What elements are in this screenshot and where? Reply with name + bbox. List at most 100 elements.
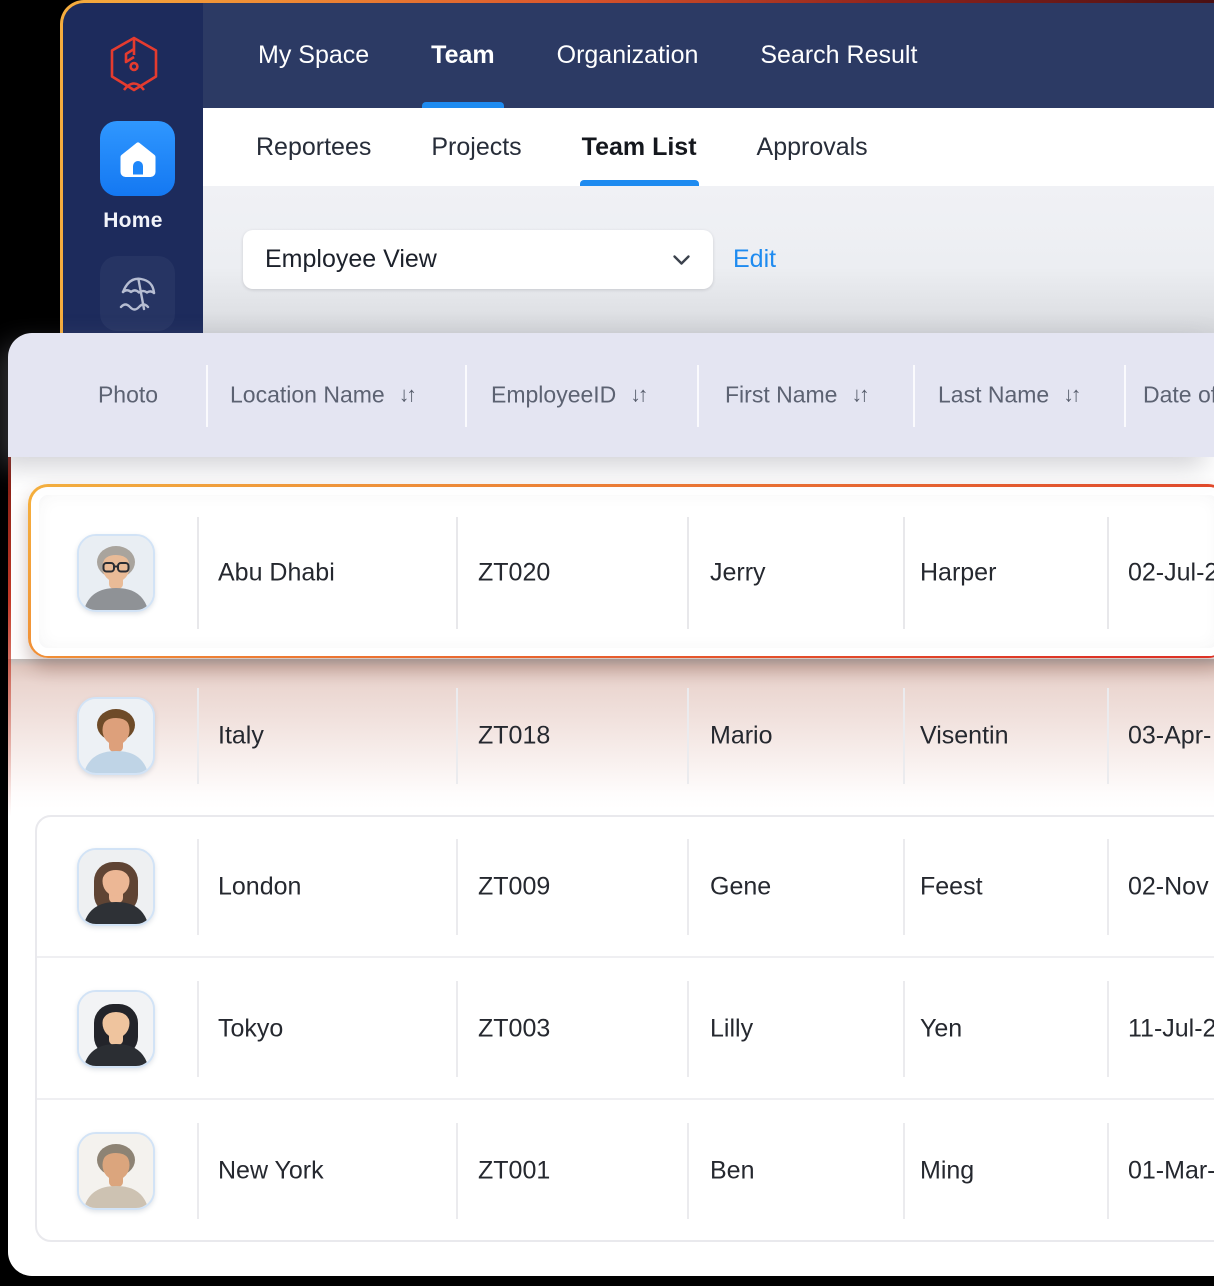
- cell-last-name: Harper: [920, 559, 996, 588]
- cell-divider: [687, 1123, 689, 1219]
- cell-location-name: Tokyo: [218, 1014, 283, 1043]
- cell-divider: [903, 1123, 905, 1219]
- cell-employee-id: ZT001: [478, 1156, 550, 1185]
- cell-date: 03-Apr-: [1128, 722, 1211, 751]
- cell-last-name: Ming: [920, 1156, 974, 1185]
- cell-divider: [687, 688, 689, 784]
- column-header-location-name[interactable]: Location Name ↓↑: [230, 382, 414, 409]
- table-row-abu-dhabi[interactable]: Abu Dhabi ZT020 Jerry Harper 02-Jul-2: [0, 489, 1214, 657]
- cell-divider: [197, 688, 199, 784]
- view-selector-value: Employee View: [265, 245, 672, 274]
- column-divider: [697, 365, 699, 427]
- sort-icon[interactable]: ↓↑: [399, 383, 414, 407]
- column-header-label: Photo: [98, 382, 158, 409]
- top-nav-label: Team: [431, 41, 494, 70]
- cell-date: 01-Mar-2: [1128, 1156, 1214, 1185]
- sort-icon[interactable]: ↓↑: [630, 383, 645, 407]
- column-header-label: Date of: [1143, 382, 1214, 409]
- avatar-photo: [77, 848, 155, 926]
- cell-divider: [1107, 688, 1109, 784]
- home-glyph-icon: [119, 141, 157, 177]
- sub-nav-label: Approvals: [757, 133, 868, 162]
- home-icon[interactable]: [100, 121, 175, 196]
- table-row-london[interactable]: London ZT009 Gene Feest 02-Nov: [0, 816, 1214, 957]
- cell-employee-id: ZT020: [478, 559, 550, 588]
- cell-divider: [903, 688, 905, 784]
- people-app-logo-icon: [107, 35, 161, 93]
- cell-divider: [1107, 517, 1109, 629]
- column-header-employeeid[interactable]: EmployeeID ↓↑: [491, 382, 645, 409]
- column-header-label: Location Name: [230, 382, 385, 409]
- table-row-new-york[interactable]: New York ZT001 Ben Ming 01-Mar-2: [0, 1100, 1214, 1241]
- sub-nav-label: Reportees: [256, 133, 371, 162]
- top-nav-item-team[interactable]: Team: [431, 3, 494, 108]
- top-nav-item-search-result[interactable]: Search Result: [760, 3, 917, 108]
- column-header-first-name[interactable]: First Name ↓↑: [725, 382, 866, 409]
- cell-last-name: Visentin: [920, 722, 1009, 751]
- column-divider: [1124, 365, 1126, 427]
- cell-first-name: Mario: [710, 722, 773, 751]
- cell-location-name: London: [218, 872, 301, 901]
- app-frame: Home My Space Team Or: [60, 0, 1214, 334]
- top-nav-label: My Space: [258, 41, 369, 70]
- sort-icon[interactable]: ↓↑: [851, 383, 866, 407]
- cell-divider: [197, 517, 199, 629]
- sub-nav-label: Team List: [582, 133, 697, 162]
- cell-divider: [456, 688, 458, 784]
- top-nav-item-organization[interactable]: Organization: [557, 3, 699, 108]
- table-header: Photo Location Name ↓↑ EmployeeID ↓↑ Fir…: [8, 333, 1214, 457]
- cell-divider: [903, 839, 905, 935]
- sidebar: Home: [63, 3, 203, 334]
- cell-location-name: Abu Dhabi: [218, 559, 335, 588]
- sub-nav-item-reportees[interactable]: Reportees: [256, 108, 371, 186]
- table-row-tokyo[interactable]: Tokyo ZT003 Lilly Yen 11-Jul-20: [0, 958, 1214, 1099]
- column-header-label: Last Name: [938, 382, 1049, 409]
- cell-date: 02-Jul-2: [1128, 559, 1214, 588]
- cell-first-name: Gene: [710, 872, 771, 901]
- sidebar-item-home-label: Home: [63, 209, 203, 233]
- cell-divider: [903, 517, 905, 629]
- cell-first-name: Lilly: [710, 1014, 753, 1043]
- cell-last-name: Yen: [920, 1014, 962, 1043]
- chevron-down-icon: [672, 254, 691, 266]
- column-header-date-of: Date of: [1143, 382, 1214, 409]
- cell-divider: [456, 839, 458, 935]
- cell-divider: [687, 839, 689, 935]
- column-header-label: EmployeeID: [491, 382, 616, 409]
- cell-divider: [903, 981, 905, 1077]
- avatar-photo: [77, 990, 155, 1068]
- edit-view-link[interactable]: Edit: [733, 230, 776, 289]
- top-nav-item-my-space[interactable]: My Space: [258, 3, 369, 108]
- cell-date: 02-Nov: [1128, 872, 1209, 901]
- cell-divider: [1107, 839, 1109, 935]
- sub-nav-item-approvals[interactable]: Approvals: [757, 108, 868, 186]
- sub-nav-item-projects[interactable]: Projects: [431, 108, 521, 186]
- cell-last-name: Feest: [920, 872, 983, 901]
- cell-first-name: Ben: [710, 1156, 754, 1185]
- sort-icon[interactable]: ↓↑: [1063, 383, 1078, 407]
- cell-divider: [197, 981, 199, 1077]
- cell-location-name: Italy: [218, 722, 264, 751]
- avatar-photo: [77, 1132, 155, 1210]
- column-divider: [913, 365, 915, 427]
- column-header-last-name[interactable]: Last Name ↓↑: [938, 382, 1078, 409]
- view-selector-dropdown[interactable]: Employee View: [243, 230, 713, 289]
- cell-divider: [1107, 1123, 1109, 1219]
- cell-divider: [687, 981, 689, 1077]
- cell-divider: [197, 839, 199, 935]
- cell-divider: [456, 981, 458, 1077]
- cell-date: 11-Jul-20: [1128, 1014, 1214, 1043]
- top-nav: My Space Team Organization Search Result: [203, 3, 1214, 108]
- avatar-photo: [77, 697, 155, 775]
- column-divider: [465, 365, 467, 427]
- cell-location-name: New York: [218, 1156, 324, 1185]
- sub-nav: Reportees Projects Team List Approvals: [203, 108, 1214, 186]
- avatar-photo: [77, 534, 155, 612]
- beach-umbrella-icon[interactable]: [100, 256, 175, 331]
- cell-divider: [687, 517, 689, 629]
- cell-divider: [456, 1123, 458, 1219]
- table-row-italy[interactable]: Italy ZT018 Mario Visentin 03-Apr-: [0, 666, 1214, 806]
- umbrella-glyph-icon: [116, 273, 160, 315]
- app-window: Home My Space Team Or: [0, 0, 1214, 1286]
- sub-nav-item-team-list[interactable]: Team List: [582, 108, 697, 186]
